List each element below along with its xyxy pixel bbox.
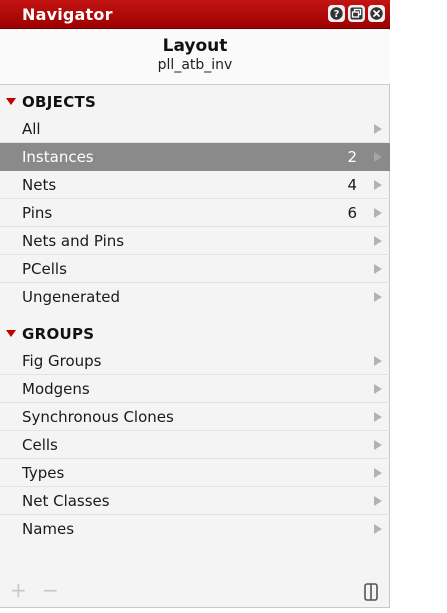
- list-item-cells[interactable]: Cells: [0, 431, 390, 459]
- list-item-synchronous-clones[interactable]: Synchronous Clones: [0, 403, 390, 431]
- window-controls: ?: [328, 5, 385, 22]
- list-item-all[interactable]: All: [0, 115, 390, 143]
- item-label: Ungenerated: [22, 288, 120, 306]
- panel-toggle-icon[interactable]: [364, 583, 378, 601]
- navigator-footer: + −: [0, 578, 390, 606]
- chevron-right-icon[interactable]: [374, 496, 382, 506]
- section-label: GROUPS: [22, 325, 95, 343]
- header-title: Layout: [162, 36, 228, 56]
- restore-icon[interactable]: [348, 5, 365, 22]
- chevron-right-icon[interactable]: [374, 524, 382, 534]
- list-item-ungenerated[interactable]: Ungenerated: [0, 283, 390, 311]
- chevron-right-icon[interactable]: [374, 180, 382, 190]
- item-label: PCells: [22, 260, 67, 278]
- close-icon[interactable]: [368, 5, 385, 22]
- layout-header: Layout pll_atb_inv: [0, 30, 390, 85]
- window-title: Navigator: [22, 5, 113, 24]
- item-label: Synchronous Clones: [22, 408, 174, 426]
- chevron-right-icon[interactable]: [374, 384, 382, 394]
- chevron-right-icon[interactable]: [374, 124, 382, 134]
- item-label: Instances: [22, 148, 94, 166]
- list-item-pcells[interactable]: PCells: [0, 255, 390, 283]
- chevron-right-icon[interactable]: [374, 208, 382, 218]
- collapse-triangle-icon[interactable]: [6, 330, 16, 337]
- item-label: Types: [22, 464, 65, 482]
- collapse-triangle-icon[interactable]: [6, 98, 16, 105]
- list-item-net-classes[interactable]: Net Classes: [0, 487, 390, 515]
- item-label: All: [22, 120, 41, 138]
- item-label: Pins: [22, 204, 53, 222]
- chevron-right-icon[interactable]: [374, 152, 382, 162]
- title-bar[interactable]: Navigator ?: [0, 0, 390, 29]
- cell-name: pll_atb_inv: [157, 57, 233, 73]
- item-label: Names: [22, 520, 75, 538]
- list-item-names[interactable]: Names: [0, 515, 390, 543]
- section-label: OBJECTS: [22, 93, 97, 111]
- chevron-right-icon[interactable]: [374, 440, 382, 450]
- item-label: Modgens: [22, 380, 90, 398]
- item-count: 6: [347, 204, 357, 222]
- chevron-right-icon[interactable]: [374, 356, 382, 366]
- section-groups[interactable]: GROUPS: [0, 322, 390, 346]
- svg-text:?: ?: [334, 9, 340, 20]
- list-item-nets-and-pins[interactable]: Nets and Pins: [0, 227, 390, 255]
- item-label: Cells: [22, 436, 58, 454]
- item-count: 2: [347, 148, 357, 166]
- list-item-pins[interactable]: Pins 6: [0, 199, 390, 227]
- section-objects[interactable]: OBJECTS: [0, 90, 390, 114]
- remove-button[interactable]: −: [42, 578, 59, 602]
- item-label: Fig Groups: [22, 352, 102, 370]
- list-item-fig-groups[interactable]: Fig Groups: [0, 347, 390, 375]
- chevron-right-icon[interactable]: [374, 468, 382, 478]
- chevron-right-icon[interactable]: [374, 264, 382, 274]
- help-icon[interactable]: ?: [328, 5, 345, 22]
- chevron-right-icon[interactable]: [374, 412, 382, 422]
- item-label: Net Classes: [22, 492, 110, 510]
- list-item-instances[interactable]: Instances 2: [0, 143, 390, 171]
- item-count: 4: [347, 176, 357, 194]
- item-label: Nets and Pins: [22, 232, 125, 250]
- list-item-modgens[interactable]: Modgens: [0, 375, 390, 403]
- add-button[interactable]: +: [10, 578, 27, 602]
- item-label: Nets: [22, 176, 57, 194]
- chevron-right-icon[interactable]: [374, 236, 382, 246]
- chevron-right-icon[interactable]: [374, 292, 382, 302]
- list-item-nets[interactable]: Nets 4: [0, 171, 390, 199]
- navigator-panel: Navigator ? Layout pll_atb_inv OBJECTS A…: [0, 0, 390, 608]
- list-item-types[interactable]: Types: [0, 459, 390, 487]
